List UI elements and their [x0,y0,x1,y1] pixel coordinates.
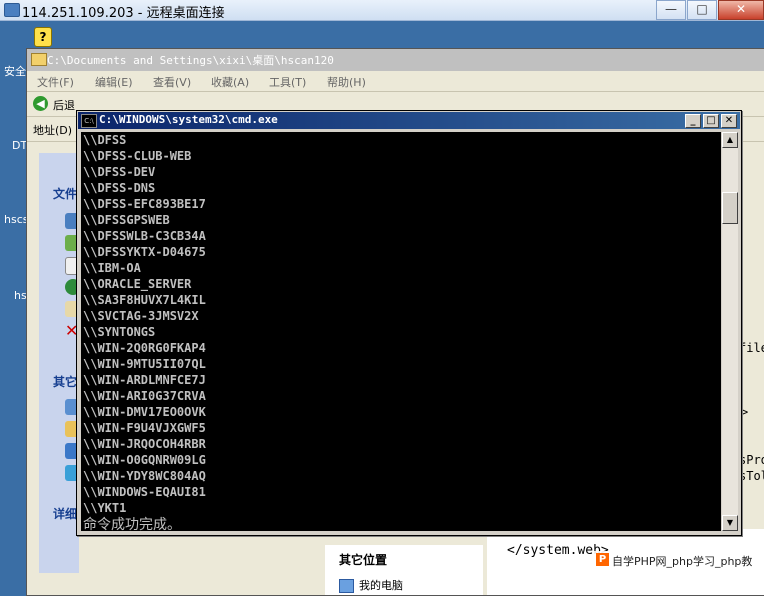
right-fragment-3: file [739,341,764,355]
console-line: \\WIN-O0GQNRW09LG [83,453,206,467]
console-line: \\YKT1 [83,501,127,515]
explorer-title-bar: C:\Documents and Settings\xixi\桌面\hscan1… [27,49,764,72]
help-icon[interactable]: ? [34,27,52,47]
cmd-window-title: C:\WINDOWS\system32\cmd.exe [99,113,278,126]
console-line: \\SYNTONGS [83,325,156,339]
desktop-security-label: 安全 [4,65,26,78]
console-line: \\SVCTAG-3JMSV2X [83,309,199,323]
desktop-side-label-1: DT [12,139,28,152]
console-line: \\WIN-2Q0RG0FKAP4 [83,341,206,355]
other-places-panel: 其它位置 我的电脑 [325,545,483,595]
right-fragment-5: sPro [739,453,764,467]
task-pane: 文件 ✕ 其它 详细 [39,153,83,573]
other-places-title: 其它位置 [339,553,388,567]
console-icon: C:\ [81,114,97,128]
remote-desktop: ? 安全 DT hscs hs C:\Documents and Setting… [0,21,764,596]
console-line: \\WIN-YDY8WC804AQ [83,469,206,483]
rdp-minimize-button[interactable]: — [656,0,686,20]
right-fragment-6: sTol [739,469,764,483]
rdp-close-button[interactable]: ✕ [718,0,764,20]
console-line: \\WIN-JRQOCOH4RBR [83,437,206,451]
menu-view[interactable]: 查看(V) [153,74,191,90]
desktop-side-label-2: hscs [4,213,29,226]
console-line: \\DFSS-DNS [83,181,156,195]
rdp-maximize-button[interactable]: □ [687,0,717,20]
console-line: \\DFSSWLB-C3CB34A [83,229,206,243]
menu-file[interactable]: 文件(F) [37,74,74,90]
scroll-up-arrow-icon[interactable]: ▲ [722,132,738,148]
console-line: \\WIN-9MTU5II07QL [83,357,206,371]
address-label: 地址(D) [33,124,73,137]
console-line: \\ORACLE_SERVER [83,277,192,291]
console-line: \\WINDOWS-EQAUI81 [83,485,206,499]
console-line: \\IBM-OA [83,261,141,275]
console-line: \\WIN-F9U4VJXGWF5 [83,421,206,435]
menu-favorites[interactable]: 收藏(A) [211,74,249,90]
cmd-window: C:\ C:\WINDOWS\system32\cmd.exe _ □ ✕ \\… [76,110,742,536]
my-computer-link[interactable]: 我的电脑 [359,577,403,593]
cmd-maximize-button[interactable]: □ [703,114,719,128]
watermark: P 自学PHP网_php学习_php教 [593,551,764,569]
scroll-down-arrow-icon[interactable]: ▼ [722,515,738,531]
watermark-logo: P [596,553,609,566]
console-line: \\DFSSGPSWEB [83,213,170,227]
menu-edit[interactable]: 编辑(E) [95,74,133,90]
task-group-file[interactable]: 文件 [53,185,77,202]
console-done-message: 命令成功完成。 [83,517,181,531]
explorer-title: C:\Documents and Settings\xixi\桌面\hscan1… [47,54,334,67]
console-line: \\DFSSYKTX-D04675 [83,245,206,259]
rdp-window-title: 114.251.109.203 - 远程桌面连接 [22,6,225,21]
console-line: \\WIN-DMV17EO0OVK [83,405,206,419]
console-line: \\DFSS-DEV [83,165,156,179]
remote-desktop-icon [4,3,20,17]
menu-tools[interactable]: 工具(T) [269,74,306,90]
scroll-thumb[interactable] [722,192,738,224]
rdp-title-bar: 114.251.109.203 - 远程桌面连接 — □ ✕ [0,0,764,21]
task-group-other[interactable]: 其它 [53,373,77,390]
back-button-label[interactable]: 后退 [53,97,75,113]
console-line: \\SA3F8HUVX7L4KIL [83,293,206,307]
cmd-title-bar[interactable]: C:\ C:\WINDOWS\system32\cmd.exe _ □ ✕ [78,112,740,129]
console-scrollbar[interactable]: ▲ ▼ [722,132,738,531]
console-line: \\DFSS-EFC893BE17 [83,197,206,211]
console-line: \\WIN-ARDLMNFCE7J [83,373,206,387]
back-arrow-icon[interactable]: ◀ [33,96,48,111]
desktop-side-label-3: hs [14,289,27,302]
console-line: \\WIN-ARI0G37CRVA [83,389,206,403]
console-line: \\DFSS [83,133,127,147]
task-group-details[interactable]: 详细 [53,505,77,522]
my-computer-icon[interactable] [339,579,354,593]
folder-icon [31,53,47,66]
cmd-minimize-button[interactable]: _ [685,114,701,128]
cmd-close-button[interactable]: ✕ [721,114,737,128]
console-line: \\DFSS-CLUB-WEB [83,149,192,163]
console-output[interactable]: \\DFSS \\DFSS-CLUB-WEB \\DFSS-DEV \\DFSS-DN… [81,132,721,531]
watermark-text: 自学PHP网_php学习_php教 [612,555,753,568]
menu-help[interactable]: 帮助(H) [327,74,366,90]
right-fragment-4: > [741,405,749,419]
explorer-menu-bar: 文件(F) 编辑(E) 查看(V) 收藏(A) 工具(T) 帮助(H) [27,71,764,92]
